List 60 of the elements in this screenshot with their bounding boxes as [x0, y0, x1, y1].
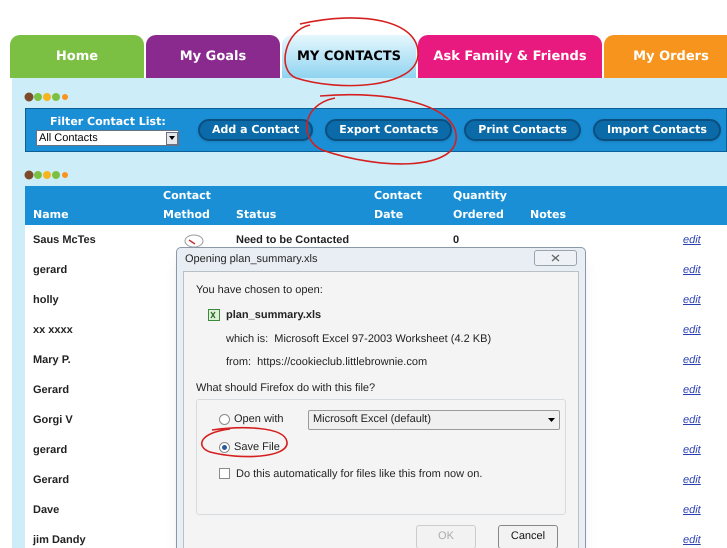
edit-link[interactable]: edit — [683, 382, 701, 398]
radio-button[interactable] — [219, 414, 230, 425]
intro-text: You have chosen to open: — [196, 283, 324, 298]
contact-name: gerard — [32, 442, 68, 458]
edit-link[interactable]: edit — [683, 442, 701, 458]
edit-link[interactable]: edit — [683, 532, 701, 548]
edit-link[interactable]: edit — [683, 352, 701, 368]
column-header: Contact Method — [163, 188, 212, 223]
column-header: Status — [236, 207, 278, 223]
dropdown-arrow-icon — [548, 418, 555, 422]
radio-button[interactable] — [219, 442, 230, 453]
nav-tab[interactable]: My Goals — [146, 35, 280, 78]
spreadsheet-icon — [208, 308, 220, 321]
column-header: Quantity Ordered — [453, 188, 508, 223]
edit-link[interactable]: edit — [683, 472, 701, 488]
filter-dropdown[interactable]: All Contacts — [36, 130, 179, 146]
dots-icon — [24, 92, 68, 102]
checkbox-label[interactable]: Do this automatically for files like this from now on. — [236, 466, 482, 482]
nav-tab[interactable]: Ask Family & Friends — [418, 35, 602, 78]
contact-name: Gorgi V — [32, 412, 73, 428]
contact-name: Mary P. — [32, 352, 71, 368]
app-dropdown[interactable]: Microsoft Excel (default) — [308, 410, 560, 430]
toolbar-button[interactable]: Add a Contact — [198, 119, 314, 141]
nav-tab[interactable]: MY CONTACTS — [282, 35, 416, 78]
toolbar-button[interactable]: Export Contacts — [325, 119, 452, 141]
question-text: What should Firefox do with this file? — [196, 381, 376, 396]
quantity-text: 0 — [453, 234, 460, 246]
column-header: Contact Date — [374, 188, 423, 223]
toolbar-button[interactable]: Print Contacts — [464, 119, 581, 141]
edit-link[interactable]: edit — [683, 262, 701, 278]
file-type-text: which is: Microsoft Excel 97-2003 Worksheet (4.2 KB) — [225, 332, 492, 347]
contact-name: Gerard — [32, 472, 70, 488]
edit-link[interactable]: edit — [683, 292, 701, 308]
dialog-title: Opening plan_summary.xls — [185, 252, 318, 268]
edit-link[interactable]: edit — [683, 412, 701, 428]
close-icon — [551, 254, 560, 262]
contact-name: holly — [32, 292, 59, 308]
dropdown-arrow-icon — [169, 136, 175, 140]
option-label[interactable]: Open with — [234, 411, 304, 428]
dots-icon — [24, 170, 68, 180]
contact-name: jim Dandy — [32, 532, 86, 548]
edit-link[interactable]: edit — [683, 502, 701, 518]
file-source-text: from: https://cookieclub.littlebrownie.com — [225, 354, 428, 370]
edit-link[interactable]: edit — [683, 322, 701, 338]
contact-name: gerard — [32, 262, 68, 278]
file-name: plan_summary.xls — [226, 308, 322, 322]
edit-link[interactable]: edit — [683, 232, 701, 248]
dialog-button[interactable]: Cancel — [498, 524, 558, 548]
checkbox[interactable] — [219, 468, 230, 480]
contact-name: Dave — [32, 502, 60, 518]
contact-name: Saus McTes — [32, 232, 96, 248]
toolbar-button[interactable]: Import Contacts — [592, 119, 721, 141]
column-header: Notes — [530, 207, 568, 223]
close-button[interactable] — [534, 250, 577, 266]
contact-name: Gerard — [32, 382, 70, 398]
contact-name: xx xxxx — [32, 322, 73, 338]
status-text: Need to be Contacted — [236, 234, 350, 246]
option-label[interactable]: Save File — [234, 439, 304, 456]
filter-label: Filter Contact List: — [49, 114, 167, 130]
column-header: Name — [33, 207, 70, 223]
